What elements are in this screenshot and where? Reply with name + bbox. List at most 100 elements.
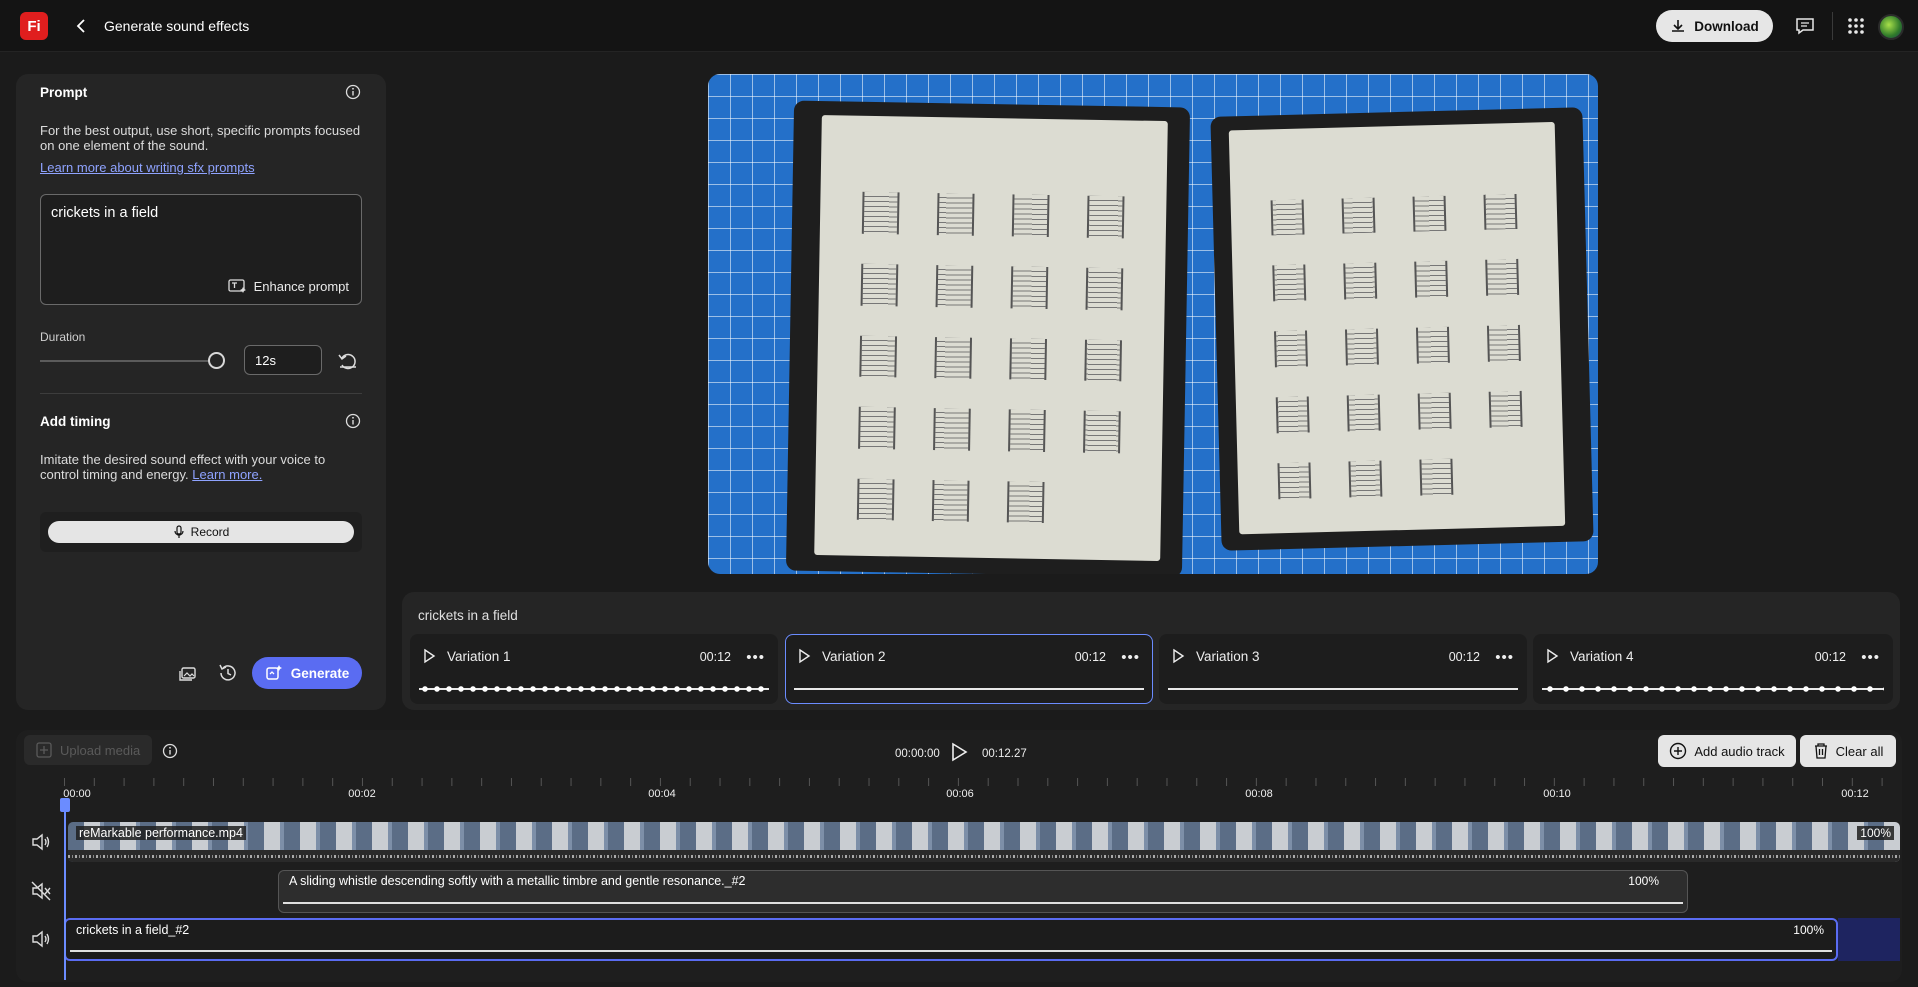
tick-label: 00:08 (1245, 788, 1273, 800)
more-options-icon[interactable]: ••• (1861, 649, 1880, 666)
upload-media-label: Upload media (60, 742, 141, 758)
avatar[interactable] (1878, 14, 1904, 40)
playhead[interactable] (64, 800, 66, 980)
variation-name: Variation 1 (447, 649, 511, 664)
variation-name: Variation 4 (1570, 649, 1634, 664)
variation-card-3[interactable]: Variation 3 00:12 ••• (1159, 634, 1527, 704)
learn-more-sfx-link[interactable]: Learn more about writing sfx prompts (40, 160, 255, 176)
record-area: Record (40, 512, 362, 552)
duration-slider-thumb[interactable] (208, 352, 225, 369)
speaker-icon[interactable] (30, 831, 52, 853)
generate-label: Generate (290, 665, 350, 681)
playhead-handle[interactable] (60, 798, 70, 812)
variation-duration: 00:12 (699, 650, 731, 664)
sfx-clip-crickets[interactable]: crickets in a field_#2 100% (64, 918, 1838, 961)
play-icon[interactable] (796, 648, 812, 664)
variation-waveform-peaks (419, 685, 769, 693)
apps-grid-icon (1848, 18, 1864, 34)
timing-description: Imitate the desired sound effect with yo… (40, 452, 340, 482)
generate-icon (265, 665, 282, 680)
variation-duration: 00:12 (1074, 650, 1106, 664)
duration-slider-track[interactable] (40, 360, 210, 362)
timing-desc-text: Imitate the desired sound effect with yo… (40, 452, 326, 482)
upload-info-icon[interactable] (162, 743, 178, 759)
prompt-panel: Prompt For the best output, use short, s… (16, 74, 386, 710)
tick-label: 00:10 (1543, 788, 1571, 800)
apps-button[interactable] (1844, 14, 1868, 38)
duration-input[interactable]: 12s (244, 345, 322, 375)
variation-waveform-peaks (1542, 685, 1884, 693)
download-icon (1672, 20, 1685, 32)
total-time: 00:12.27 (982, 748, 1027, 760)
variation-name: Variation 2 (822, 649, 886, 664)
variation-duration: 00:12 (1814, 650, 1846, 664)
image-reference-icon[interactable] (177, 662, 199, 684)
record-label: Record (190, 525, 230, 539)
clear-all-label: Clear all (1835, 743, 1884, 759)
sfx-clip-whistle[interactable]: A sliding whistle descending softly with… (278, 870, 1688, 913)
add-circle-icon (1670, 742, 1687, 760)
prompt-description: For the best output, use short, specific… (40, 123, 361, 153)
enhance-prompt-button[interactable]: Enhance prompt (227, 278, 349, 294)
back-icon (76, 19, 85, 33)
play-icon[interactable] (421, 648, 437, 664)
clip-volume: 100% (1628, 874, 1659, 888)
tick-label: 00:04 (648, 788, 676, 800)
clip-volume: 100% (1857, 826, 1894, 840)
speaker-muted-icon[interactable] (30, 880, 52, 902)
clip-volume: 100% (1793, 923, 1824, 937)
back-button[interactable] (70, 14, 92, 38)
clip-waveform (70, 950, 1832, 952)
download-button[interactable]: Download (1656, 10, 1773, 42)
variation-duration: 00:12 (1448, 650, 1480, 664)
tick-label: 00:06 (946, 788, 974, 800)
clear-all-button[interactable]: Clear all (1800, 735, 1896, 767)
top-bar: Fi Generate sound effects Download (0, 0, 1918, 52)
tick-label: 00:02 (348, 788, 376, 800)
prompt-input-value: crickets in a field (51, 205, 159, 221)
timeline-play-icon[interactable] (950, 742, 968, 762)
add-audio-track-button[interactable]: Add audio track (1658, 735, 1796, 767)
video-preview[interactable] (708, 74, 1598, 574)
template-grid-left (842, 186, 1139, 543)
video-audio-waveform (68, 850, 1900, 862)
video-clip[interactable]: reMarkable performance.mp4 100% (68, 822, 1900, 862)
variation-card-1[interactable]: Variation 1 00:12 ••• (410, 634, 778, 704)
variation-card-4[interactable]: Variation 4 00:12 ••• (1533, 634, 1893, 704)
clip-name: reMarkable performance.mp4 (76, 826, 246, 840)
more-options-icon[interactable]: ••• (746, 649, 765, 666)
clip-waveform (283, 902, 1683, 904)
timeline-ruler[interactable] (64, 776, 1898, 790)
prompt-input[interactable]: crickets in a field Enhance prompt (40, 194, 362, 305)
comment-button[interactable] (1793, 14, 1817, 38)
more-options-icon[interactable]: ••• (1495, 649, 1514, 666)
tablet-right-screen (1228, 121, 1566, 535)
timing-learn-more-link[interactable]: Learn more. (192, 467, 262, 482)
variation-card-2[interactable]: Variation 2 00:12 ••• (785, 634, 1153, 704)
reset-duration-icon[interactable] (336, 350, 360, 372)
play-icon[interactable] (1544, 648, 1560, 664)
variation-waveform (794, 688, 1144, 690)
info-icon[interactable] (345, 84, 361, 100)
track-empty-region (1838, 918, 1900, 961)
timing-heading: Add timing (40, 414, 111, 429)
record-button[interactable]: Record (48, 521, 354, 543)
template-grid-right (1257, 187, 1539, 517)
app-logo[interactable]: Fi (20, 12, 48, 40)
tablet-left-screen (814, 115, 1168, 562)
generate-button[interactable]: Generate (252, 657, 362, 689)
speaker-icon[interactable] (30, 928, 52, 950)
timeline-panel: Upload media 00:00:00 00:12.27 Add audio… (16, 730, 1902, 982)
more-options-icon[interactable]: ••• (1121, 649, 1140, 666)
download-label: Download (1694, 18, 1759, 34)
section-divider (40, 393, 362, 394)
tablet-right (1210, 107, 1594, 551)
upload-media-button[interactable]: Upload media (24, 735, 152, 765)
clip-name: A sliding whistle descending softly with… (289, 874, 746, 888)
play-icon[interactable] (1170, 648, 1186, 664)
history-icon[interactable] (216, 662, 238, 684)
variations-prompt-title: crickets in a field (418, 608, 518, 623)
variations-panel: crickets in a field Variation 1 00:12 ••… (402, 592, 1900, 710)
timing-info-icon[interactable] (345, 413, 361, 429)
tablet-left (785, 100, 1191, 574)
